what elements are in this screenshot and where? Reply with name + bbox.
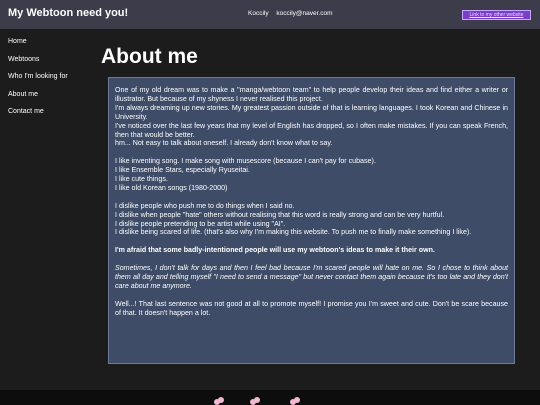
sidebar-item-about-me[interactable]: About me — [0, 86, 90, 104]
site-title: My Webtoon need you! — [8, 7, 129, 19]
flower-icon — [250, 397, 260, 405]
page-title: About me — [101, 45, 198, 68]
flower-icon — [290, 397, 300, 405]
intro-paragraph-hm: hm... Not easy to talk about oneself. I … — [115, 139, 333, 148]
contact-name: Koccily — [248, 10, 269, 17]
sidebar-nav: Home Webtoons Who I'm looking for About … — [0, 29, 90, 121]
dislikes-item: I dislike people pretending to be artist… — [115, 219, 286, 228]
footer — [0, 390, 540, 405]
other-website-link-button[interactable]: Link to my other website — [462, 10, 531, 20]
dislikes-item: I dislike being scared of life. (that's … — [115, 228, 472, 237]
likes-item: I like Ensemble Stars, especially Ryusei… — [115, 166, 250, 175]
likes-item: I like old Korean songs (1980-2000) — [115, 183, 228, 192]
contact-email[interactable]: koccily@naver.com — [276, 10, 332, 17]
contact-info: Koccily koccily@naver.com — [248, 10, 333, 17]
sidebar-item-contact-me[interactable]: Contact me — [0, 103, 90, 121]
sidebar-item-home[interactable]: Home — [0, 33, 90, 51]
sidebar-item-webtoons[interactable]: Webtoons — [0, 51, 90, 69]
sidebar-item-who-im-looking-for[interactable]: Who I'm looking for — [0, 68, 90, 86]
dislikes-item: I dislike people who push me to do thing… — [115, 201, 295, 210]
intro-paragraph-english: I've noticed over the last few years tha… — [115, 121, 508, 139]
intro-paragraph-stories: I'm always dreaming up new stories. My g… — [115, 103, 508, 121]
likes-item: I like inventing song. I make song with … — [115, 157, 376, 166]
fear-note: I'm afraid that some badly-intentioned p… — [115, 246, 435, 255]
about-content-box: One of my old dream was to make a "manga… — [108, 77, 515, 364]
intro-paragraph-dream: One of my old dream was to make a "manga… — [115, 86, 508, 103]
feelings-note: Sometimes, I don't talk for days and the… — [115, 264, 508, 290]
likes-item: I like cute things. — [115, 175, 168, 184]
flower-icon — [214, 397, 224, 405]
top-bar: My Webtoon need you! Koccily koccily@nav… — [0, 0, 540, 29]
closing-paragraph: Well...! That last sentence was not good… — [115, 299, 508, 317]
dislikes-item: I dislike when people "hate" others with… — [115, 210, 445, 219]
